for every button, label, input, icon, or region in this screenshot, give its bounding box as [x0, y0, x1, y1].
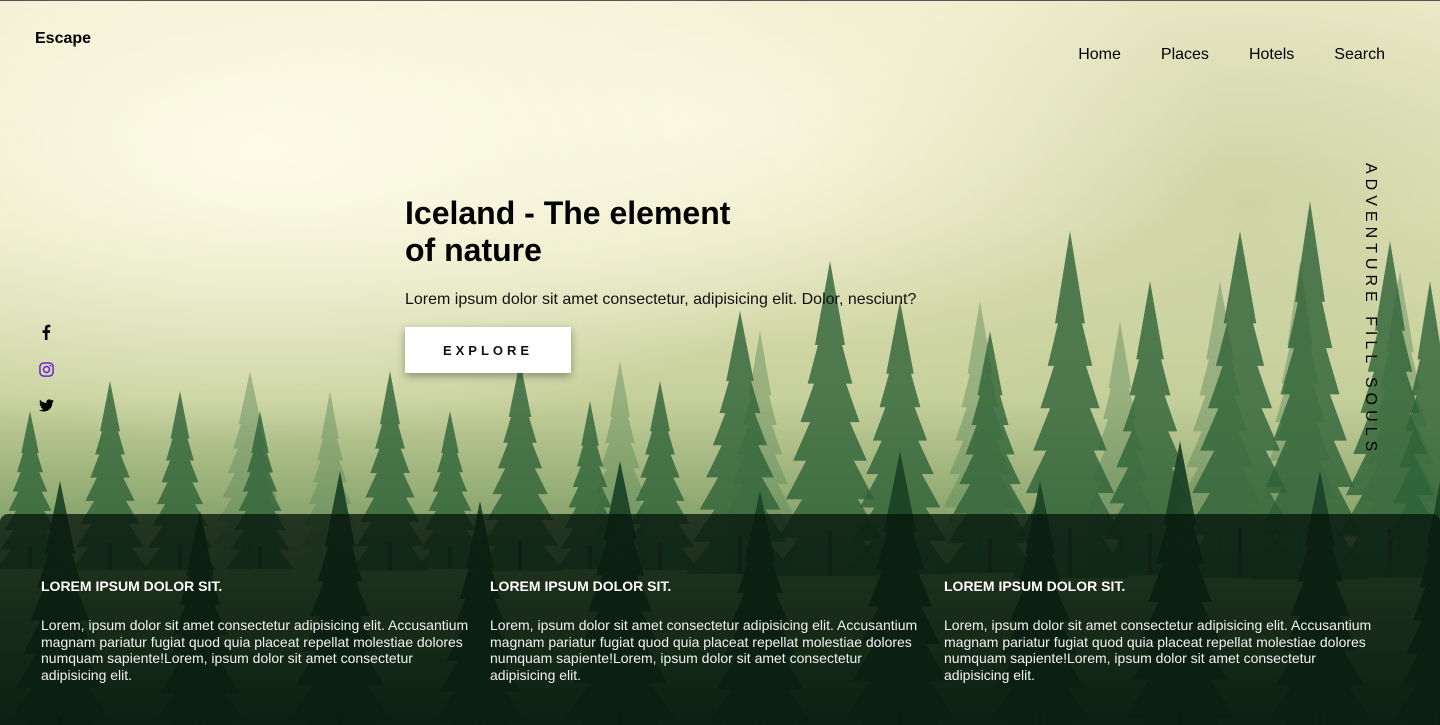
hero-title: Iceland - The element of nature: [405, 195, 731, 268]
nav-home[interactable]: Home: [1078, 46, 1121, 64]
vertical-tagline: ADVENTURE FILL SOULS: [1362, 163, 1379, 457]
feature-column: LOREM IPSUM DOLOR SIT. Lorem, ipsum dolo…: [944, 578, 1384, 683]
feature-title: LOREM IPSUM DOLOR SIT.: [490, 578, 672, 594]
feature-column: LOREM IPSUM DOLOR SIT. Lorem, ipsum dolo…: [41, 578, 481, 683]
feature-text: Lorem, ipsum dolor sit amet consectetur …: [944, 617, 1372, 683]
facebook-icon[interactable]: [41, 324, 51, 340]
feature-text: Lorem, ipsum dolor sit amet consectetur …: [490, 617, 918, 683]
hero-section: Iceland - The element of nature Lorem ip…: [405, 195, 965, 373]
hero-subtitle: Lorem ipsum dolor sit amet consectetur, …: [405, 291, 917, 308]
social-links: [36, 324, 56, 412]
nav-places[interactable]: Places: [1161, 46, 1209, 64]
feature-title: LOREM IPSUM DOLOR SIT.: [944, 578, 1126, 594]
twitter-icon[interactable]: [38, 399, 54, 412]
feature-title: LOREM IPSUM DOLOR SIT.: [41, 578, 223, 594]
site-logo[interactable]: Escape: [35, 30, 91, 48]
nav-hotels[interactable]: Hotels: [1249, 46, 1294, 64]
feature-text: Lorem, ipsum dolor sit amet consectetur …: [41, 617, 469, 683]
instagram-icon[interactable]: [38, 362, 54, 377]
feature-column: LOREM IPSUM DOLOR SIT. Lorem, ipsum dolo…: [490, 578, 930, 683]
nav-search[interactable]: Search: [1334, 46, 1385, 64]
explore-button[interactable]: EXPLORE: [405, 327, 571, 373]
features-panel: LOREM IPSUM DOLOR SIT. Lorem, ipsum dolo…: [0, 514, 1440, 725]
main-nav: Home Places Hotels Search: [1078, 46, 1385, 64]
